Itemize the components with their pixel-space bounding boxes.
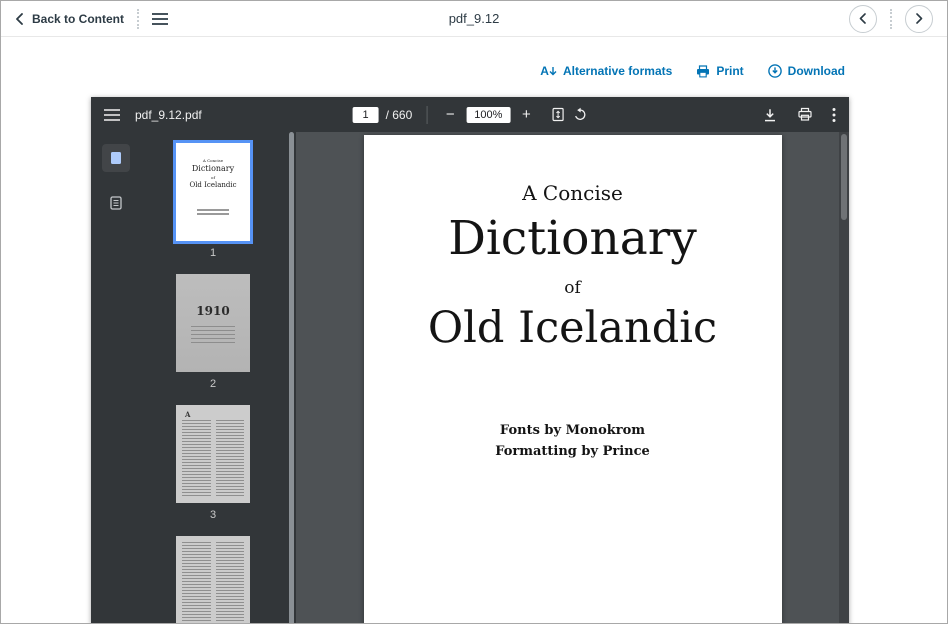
- pdf-toolbar-left: pdf_9.12.pdf: [104, 108, 202, 122]
- pdf-toolbar-right: [762, 107, 836, 123]
- page-credits: Fonts by Monokrom Formatting by Prince: [364, 421, 782, 461]
- thumb-credit-bars: [176, 209, 250, 215]
- thumbnail-page-2[interactable]: 1910 2: [176, 274, 250, 391]
- thumbnail-image: [176, 536, 250, 624]
- thumbnail-page-number: 1: [210, 247, 216, 260]
- hamburger-icon: [152, 13, 168, 25]
- alternative-formats-link[interactable]: A Alternative formats: [540, 64, 672, 78]
- thumb-text-columns: [182, 542, 244, 624]
- page-title-line-1: Dictionary: [364, 214, 782, 263]
- thumb-text-columns: [182, 420, 244, 498]
- print-icon: [696, 65, 710, 78]
- pdf-body: A Concise Dictionary of Old Icelandic 1 …: [91, 132, 849, 624]
- print-link[interactable]: Print: [696, 64, 743, 78]
- pdf-page: A Concise Dictionary of Old Icelandic Fo…: [364, 135, 782, 624]
- pdf-content-area: A Concise Dictionary of Old Icelandic Fo…: [296, 132, 849, 624]
- thumb-year: 1910: [176, 304, 250, 318]
- top-bar-right: [849, 5, 933, 33]
- thumb-title-line: of: [176, 175, 250, 180]
- thumbnails-view-button[interactable]: [102, 144, 130, 172]
- print-label: Print: [716, 64, 743, 78]
- rotate-counterclockwise-icon: [572, 107, 587, 122]
- pdf-viewer: pdf_9.12.pdf / 660 − 100% +: [91, 97, 849, 624]
- thumbnail-image: A Concise Dictionary of Old Icelandic: [176, 143, 250, 241]
- pdf-filename: pdf_9.12.pdf: [135, 108, 202, 122]
- chevron-right-icon: [915, 13, 923, 24]
- download-link[interactable]: Download: [768, 64, 845, 78]
- file-title: pdf_9.12: [449, 11, 500, 26]
- chevron-left-icon: [15, 13, 24, 25]
- pdf-toolbar-center: / 660 − 100% +: [353, 106, 588, 124]
- thumbnail-page-3[interactable]: A 3: [176, 405, 250, 522]
- back-to-content-label: Back to Content: [32, 12, 124, 26]
- thumb-title-line: Old Icelandic: [176, 181, 250, 189]
- hamburger-icon: [104, 109, 120, 121]
- pdf-print-button[interactable]: [797, 107, 813, 122]
- top-bar-left: Back to Content: [15, 9, 168, 29]
- sidebar-toggle-button[interactable]: [104, 109, 120, 121]
- document-outline-button[interactable]: [102, 189, 130, 217]
- main-scrollbar-thumb[interactable]: [841, 134, 847, 220]
- chevron-left-icon: [859, 13, 867, 24]
- fit-to-page-icon: [550, 107, 565, 122]
- zoom-out-button[interactable]: −: [441, 107, 459, 122]
- thumbnail-page-number: 3: [210, 509, 216, 522]
- sidebar-view-rail: [95, 144, 137, 217]
- more-vert-icon: [832, 107, 836, 123]
- thumb-title-line: A Concise: [176, 158, 250, 163]
- download-icon: [762, 107, 778, 123]
- zoom-level-value: 100%: [466, 107, 510, 123]
- download-icon: [768, 64, 782, 78]
- previous-file-button[interactable]: [849, 5, 877, 33]
- thumb-section-letter: A: [185, 410, 190, 419]
- divider-dots: [890, 9, 892, 29]
- sidebar-scrollbar[interactable]: [289, 132, 294, 624]
- menu-button[interactable]: [152, 13, 168, 25]
- page-subtitle: A Concise: [364, 135, 782, 205]
- divider-dots: [137, 9, 139, 29]
- pdf-toolbar: pdf_9.12.pdf / 660 − 100% +: [91, 97, 849, 132]
- more-options-button[interactable]: [832, 107, 836, 123]
- rotate-button[interactable]: [572, 107, 587, 122]
- download-label: Download: [788, 64, 845, 78]
- thumbnail-list: A Concise Dictionary of Old Icelandic 1 …: [137, 143, 289, 624]
- next-file-button[interactable]: [905, 5, 933, 33]
- thumb-title-line: Dictionary: [176, 164, 250, 173]
- credit-line-2: Formatting by Prince: [364, 442, 782, 462]
- pdf-download-button[interactable]: [762, 107, 778, 123]
- pdf-sidebar: A Concise Dictionary of Old Icelandic 1 …: [91, 132, 296, 624]
- thumb-text-lines: [191, 326, 235, 344]
- top-bar: Back to Content pdf_9.12: [1, 1, 947, 37]
- alternative-formats-label: Alternative formats: [563, 64, 672, 78]
- thumbnail-page-4[interactable]: 4: [176, 536, 250, 624]
- thumbnail-image: A: [176, 405, 250, 503]
- thumbnail-image: 1910: [176, 274, 250, 372]
- thumbnails-view-icon: [108, 150, 124, 166]
- file-preview-screen: Back to Content pdf_9.12: [0, 0, 948, 624]
- fit-to-page-button[interactable]: [550, 107, 565, 122]
- toolbar-divider: [426, 106, 427, 124]
- thumbnail-page-number: 2: [210, 378, 216, 391]
- credit-line-1: Fonts by Monokrom: [364, 421, 782, 441]
- page-number-input[interactable]: [353, 107, 379, 123]
- file-actions-row: A Alternative formats Print Download: [540, 64, 845, 78]
- page-count-label: / 660: [386, 108, 413, 122]
- thumbnail-page-1[interactable]: A Concise Dictionary of Old Icelandic 1: [176, 143, 250, 260]
- print-icon: [797, 107, 813, 122]
- page-connector: of: [364, 278, 782, 298]
- document-outline-icon: [108, 195, 124, 211]
- alternative-formats-icon: A: [540, 65, 557, 77]
- main-scrollbar[interactable]: [839, 132, 849, 624]
- page-title-line-2: Old Icelandic: [364, 306, 782, 351]
- zoom-in-button[interactable]: +: [517, 107, 535, 122]
- back-to-content-button[interactable]: Back to Content: [15, 12, 124, 26]
